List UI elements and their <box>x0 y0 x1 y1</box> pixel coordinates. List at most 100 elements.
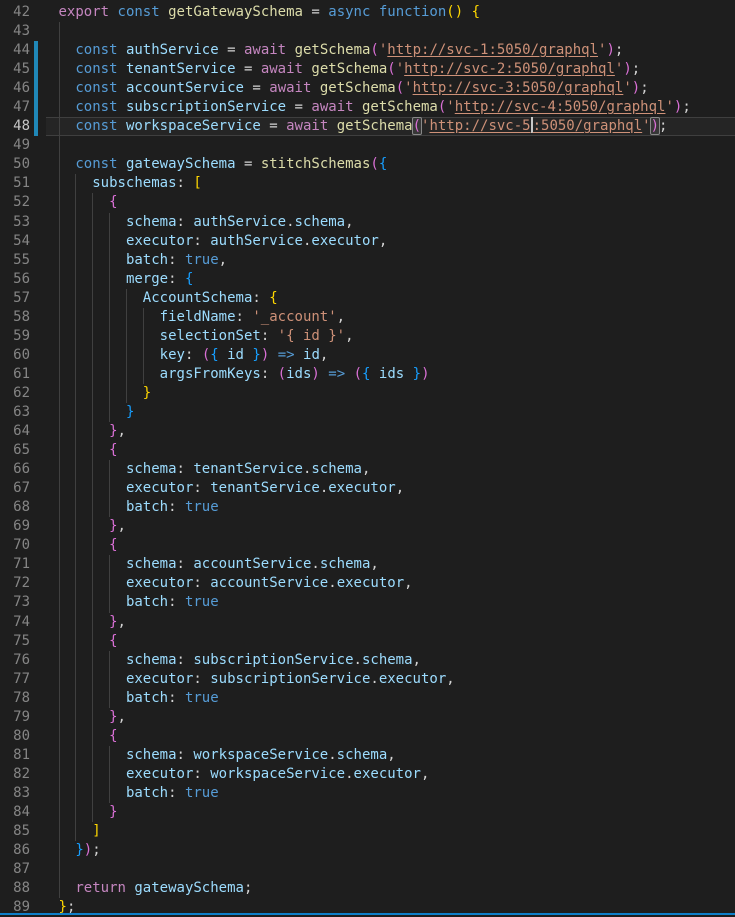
line-number[interactable]: 71 <box>0 555 30 574</box>
line-number[interactable]: 85 <box>0 822 30 841</box>
line-number[interactable]: 54 <box>0 232 30 251</box>
line-number[interactable]: 49 <box>0 136 30 155</box>
code-line[interactable]: 76 schema: subscriptionService.schema, <box>0 651 735 670</box>
code-line[interactable]: 85 ] <box>0 822 735 841</box>
line-number[interactable]: 65 <box>0 441 30 460</box>
line-number[interactable]: 55 <box>0 251 30 270</box>
code-line[interactable]: 45 const tenantService = await getSchema… <box>0 60 735 79</box>
code-line[interactable]: 75 { <box>0 632 735 651</box>
code-line[interactable]: 50 const gatewaySchema = stitchSchemas({ <box>0 155 735 174</box>
line-number[interactable]: 59 <box>0 327 30 346</box>
line-number[interactable]: 62 <box>0 384 30 403</box>
code-line[interactable]: 48 const workspaceService = await getSch… <box>0 117 735 136</box>
line-number[interactable]: 72 <box>0 574 30 593</box>
line-number[interactable]: 46 <box>0 79 30 98</box>
line-number[interactable]: 70 <box>0 536 30 555</box>
code-line[interactable]: 67 executor: tenantService.executor, <box>0 479 735 498</box>
code-line[interactable]: 83 batch: true <box>0 784 735 803</box>
code-line[interactable]: 74 }, <box>0 613 735 632</box>
line-number[interactable]: 50 <box>0 155 30 174</box>
line-number[interactable]: 77 <box>0 670 30 689</box>
code-text: { <box>59 536 118 555</box>
line-number[interactable]: 83 <box>0 784 30 803</box>
line-number[interactable]: 53 <box>0 213 30 232</box>
editor-lines[interactable]: 42export const getGatewaySchema = async … <box>0 3 735 917</box>
code-line[interactable]: 70 { <box>0 536 735 555</box>
line-number[interactable]: 66 <box>0 460 30 479</box>
line-number[interactable]: 51 <box>0 174 30 193</box>
code-line[interactable]: 60 key: ({ id }) => id, <box>0 346 735 365</box>
code-line[interactable]: 43 <box>0 22 735 41</box>
code-line[interactable]: 77 executor: subscriptionService.executo… <box>0 670 735 689</box>
line-number[interactable]: 88 <box>0 879 30 898</box>
line-number[interactable]: 69 <box>0 517 30 536</box>
code-line[interactable]: 52 { <box>0 193 735 212</box>
code-line[interactable]: 46 const accountService = await getSchem… <box>0 79 735 98</box>
line-number[interactable]: 44 <box>0 41 30 60</box>
code-line[interactable]: 87 <box>0 860 735 879</box>
code-text: return gatewaySchema; <box>59 879 253 898</box>
code-line[interactable]: 80 { <box>0 727 735 746</box>
code-line[interactable]: 65 { <box>0 441 735 460</box>
line-number[interactable]: 58 <box>0 308 30 327</box>
code-line[interactable]: 49 <box>0 136 735 155</box>
code-line[interactable]: 58 fieldName: '_account', <box>0 308 735 327</box>
line-number[interactable]: 64 <box>0 422 30 441</box>
line-number[interactable]: 74 <box>0 613 30 632</box>
line-number[interactable]: 84 <box>0 803 30 822</box>
code-line[interactable]: 42export const getGatewaySchema = async … <box>0 3 735 22</box>
code-line[interactable]: 73 batch: true <box>0 593 735 612</box>
code-line[interactable]: 51 subschemas: [ <box>0 174 735 193</box>
line-number[interactable]: 79 <box>0 708 30 727</box>
code-line[interactable]: 78 batch: true <box>0 689 735 708</box>
code-line[interactable]: 53 schema: authService.schema, <box>0 213 735 232</box>
code-line[interactable]: 68 batch: true <box>0 498 735 517</box>
line-number[interactable]: 68 <box>0 498 30 517</box>
code-line[interactable]: 59 selectionSet: '{ id }', <box>0 327 735 346</box>
code-line[interactable]: 72 executor: accountService.executor, <box>0 574 735 593</box>
code-line[interactable]: 47 const subscriptionService = await get… <box>0 98 735 117</box>
code-line[interactable]: 55 batch: true, <box>0 251 735 270</box>
code-editor: 42export const getGatewaySchema = async … <box>0 0 735 917</box>
code-line[interactable]: 57 AccountSchema: { <box>0 289 735 308</box>
code-line[interactable]: 88 return gatewaySchema; <box>0 879 735 898</box>
line-number[interactable]: 76 <box>0 651 30 670</box>
line-number[interactable]: 63 <box>0 403 30 422</box>
code-line[interactable]: 71 schema: accountService.schema, <box>0 555 735 574</box>
line-number[interactable]: 45 <box>0 60 30 79</box>
line-number[interactable]: 80 <box>0 727 30 746</box>
line-number[interactable]: 75 <box>0 632 30 651</box>
line-number[interactable]: 47 <box>0 98 30 117</box>
code-line[interactable]: 69 }, <box>0 517 735 536</box>
line-number[interactable]: 56 <box>0 270 30 289</box>
code-line[interactable]: 56 merge: { <box>0 270 735 289</box>
code-line[interactable]: 82 executor: workspaceService.executor, <box>0 765 735 784</box>
line-number[interactable]: 42 <box>0 3 30 22</box>
code-line[interactable]: 44 const authService = await getSchema('… <box>0 41 735 60</box>
code-line[interactable]: 62 } <box>0 384 735 403</box>
code-line[interactable]: 66 schema: tenantService.schema, <box>0 460 735 479</box>
code-line[interactable]: 54 executor: authService.executor, <box>0 232 735 251</box>
code-line[interactable]: 63 } <box>0 403 735 422</box>
line-number[interactable]: 73 <box>0 593 30 612</box>
code-line[interactable]: 64 }, <box>0 422 735 441</box>
line-number[interactable]: 81 <box>0 746 30 765</box>
line-number[interactable]: 87 <box>0 860 30 879</box>
code-line[interactable]: 84 } <box>0 803 735 822</box>
line-number[interactable]: 43 <box>0 22 30 41</box>
line-number[interactable]: 82 <box>0 765 30 784</box>
line-number[interactable]: 52 <box>0 193 30 212</box>
code-line[interactable]: 61 argsFromKeys: (ids) => ({ ids }) <box>0 365 735 384</box>
line-number[interactable]: 67 <box>0 479 30 498</box>
code-line[interactable]: 86 }); <box>0 841 735 860</box>
token: await <box>311 99 353 115</box>
line-number[interactable]: 57 <box>0 289 30 308</box>
line-number[interactable]: 78 <box>0 689 30 708</box>
line-number[interactable]: 60 <box>0 346 30 365</box>
line-number[interactable]: 86 <box>0 841 30 860</box>
token <box>59 747 126 763</box>
line-number[interactable]: 48 <box>0 117 30 136</box>
code-line[interactable]: 81 schema: workspaceService.schema, <box>0 746 735 765</box>
code-line[interactable]: 79 }, <box>0 708 735 727</box>
line-number[interactable]: 61 <box>0 365 30 384</box>
